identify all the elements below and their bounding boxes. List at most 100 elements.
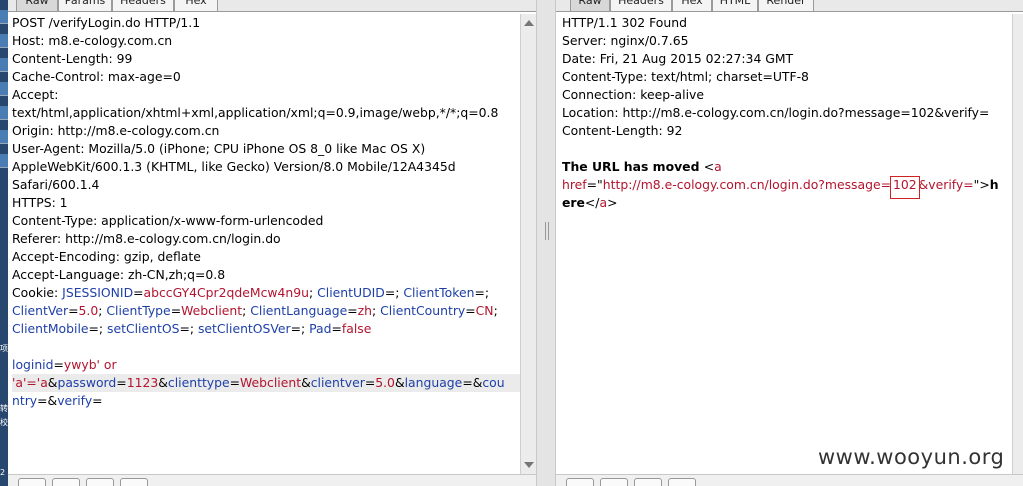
editor-line: Content-Length: 99 — [12, 50, 520, 68]
text-segment: verify — [57, 393, 93, 408]
text-segment: "> — [973, 177, 990, 192]
app-icon[interactable] — [0, 154, 8, 168]
tab-render[interactable]: Render — [758, 0, 814, 12]
text-segment: href — [562, 177, 587, 192]
app-icon[interactable] — [0, 106, 8, 120]
text-segment: ; — [309, 285, 318, 300]
request-pane: Raw Params Headers Hex POST /verifyLogin… — [8, 0, 536, 486]
text-segment: ClientToken — [403, 285, 475, 300]
tab-html[interactable]: HTML — [712, 0, 758, 12]
text-segment: = — [229, 375, 241, 390]
text-segment: clientver — [310, 375, 365, 390]
text-segment: cou — [482, 375, 505, 390]
text-segment: ClientUDID — [317, 285, 385, 300]
text-segment: Referer: http://m8.e-cology.com.cn/login… — [12, 231, 281, 246]
text-segment: = — [116, 375, 127, 390]
desktop-taskbar-strip: 项 转 校 2 — [0, 0, 8, 486]
text-segment: = — [68, 303, 79, 318]
add-button[interactable] — [634, 478, 662, 486]
prev-button[interactable] — [600, 478, 628, 486]
text-segment: 5.0 — [375, 375, 395, 390]
text-segment: Webclient — [181, 303, 243, 318]
tab-headers[interactable]: Headers — [610, 0, 672, 12]
text-segment: text/html,application/xhtml+xml,applicat… — [12, 105, 499, 120]
text-segment: & — [394, 375, 405, 390]
editor-line: Cookie: JSESSIONID=abccGY4Cpr2qdeMcw4n9u… — [12, 284, 520, 302]
highlighted-value: 102 — [889, 176, 920, 199]
editor-line: Location: http://m8.e-cology.com.cn/logi… — [562, 104, 1012, 122]
editor-line: 'a'='a&password=1123&clienttype=Webclien… — [12, 374, 520, 392]
request-scrollbar[interactable] — [520, 14, 536, 474]
app-icon[interactable] — [0, 34, 8, 48]
text-segment: Webclient — [240, 375, 302, 390]
prev-button[interactable] — [52, 478, 80, 486]
text-segment: http://m8.e-cology.com.cn/login.do?messa… — [602, 177, 891, 192]
editor-line: Origin: http://m8.e-cology.com.cn — [12, 122, 520, 140]
text-segment: & — [158, 375, 168, 390]
text-segment: a — [599, 195, 608, 210]
text-segment: Server: nginx/0.7.65 — [562, 33, 689, 48]
desktop-label: 2 — [0, 468, 6, 477]
text-segment: = — [133, 285, 144, 300]
text-segment: =& — [37, 393, 58, 408]
text-segment: language — [404, 375, 463, 390]
text-segment: Content-Type: text/html; charset=UTF-8 — [562, 69, 809, 84]
text-segment: The URL has moved — [562, 159, 704, 174]
text-segment: = — [53, 357, 64, 372]
splitter-grip-icon[interactable] — [545, 222, 549, 240]
text-segment: Content-Length: 92 — [562, 123, 683, 138]
text-segment: h — [989, 177, 999, 192]
app-icon[interactable] — [0, 130, 8, 144]
editor-line: Server: nginx/0.7.65 — [562, 32, 1012, 50]
help-button[interactable] — [18, 478, 46, 486]
desktop-label: 校 — [0, 418, 8, 427]
text-segment: Cache-Control: max-age=0 — [12, 69, 181, 84]
scroll-up-arrow-icon[interactable] — [524, 20, 534, 26]
tab-hex[interactable]: Hex — [174, 0, 218, 12]
tab-params[interactable]: Params — [58, 0, 112, 12]
text-segment: Origin: http://m8.e-cology.com.cn — [12, 123, 220, 138]
text-segment: Host: m8.e-cology.com.cn — [12, 33, 173, 48]
tab-raw[interactable]: Raw — [16, 0, 58, 12]
text-segment: loginid — [12, 357, 54, 372]
app-icon[interactable] — [0, 82, 8, 96]
text-segment: password — [57, 375, 117, 390]
editor-line: Content-Type: text/html; charset=UTF-8 — [562, 68, 1012, 86]
editor-line: AppleWebKit/600.1.3 (KHTML, like Gecko) … — [12, 158, 520, 176]
tab-hex[interactable]: Hex — [672, 0, 712, 12]
text-segment: = — [364, 375, 376, 390]
editor-line: Connection: keep-alive — [562, 86, 1012, 104]
pane-splitter[interactable] — [536, 0, 556, 486]
app-icon[interactable] — [0, 58, 8, 72]
editor-line: Cache-Control: max-age=0 — [12, 68, 520, 86]
add-button[interactable] — [86, 478, 114, 486]
text-segment: a — [714, 159, 722, 174]
response-editor[interactable]: HTTP/1.1 302 Found Server: nginx/0.7.65 Da… — [556, 14, 1012, 474]
scroll-down-arrow-icon[interactable] — [524, 462, 534, 468]
editor-line: The URL has moved <a — [562, 158, 1012, 176]
tab-raw[interactable]: Raw — [570, 0, 610, 12]
response-scrollbar[interactable] — [1012, 14, 1023, 474]
editor-line: Accept-Language: zh-CN,zh;q=0.8 — [12, 266, 520, 284]
text-segment: CN — [475, 303, 494, 318]
text-segment: Accept-Language: zh-CN,zh;q=0.8 — [12, 267, 226, 282]
app-icon[interactable] — [0, 10, 8, 24]
editor-line: Date: Fri, 21 Aug 2015 02:27:34 GMT — [562, 50, 1012, 68]
request-editor[interactable]: POST /verifyLogin.do HTTP/1.1 Host: m8.e-… — [8, 14, 520, 474]
help-button[interactable] — [566, 478, 594, 486]
editor-line: ClientVer=5.0; ClientType=Webclient; Cli… — [12, 302, 520, 320]
editor-line: Referer: http://m8.e-cology.com.cn/login… — [12, 230, 520, 248]
editor-line: Accept-Encoding: gzip, deflate — [12, 248, 520, 266]
editor-line: User-Agent: Mozilla/5.0 (iPhone; CPU iPh… — [12, 140, 520, 158]
text-segment: &verify= — [918, 177, 974, 192]
text-segment: HTTP/1.1 302 Found — [562, 15, 687, 30]
desktop-label: 转 — [0, 404, 8, 413]
next-button[interactable] — [668, 478, 696, 486]
text-segment: Content-Type: application/x-www-form-url… — [12, 213, 324, 228]
editor-line: Content-Type: application/x-www-form-url… — [12, 212, 520, 230]
tab-headers[interactable]: Headers — [112, 0, 174, 12]
text-segment: =; — [384, 285, 404, 300]
next-button[interactable] — [120, 478, 148, 486]
text-segment: > — [607, 195, 618, 210]
